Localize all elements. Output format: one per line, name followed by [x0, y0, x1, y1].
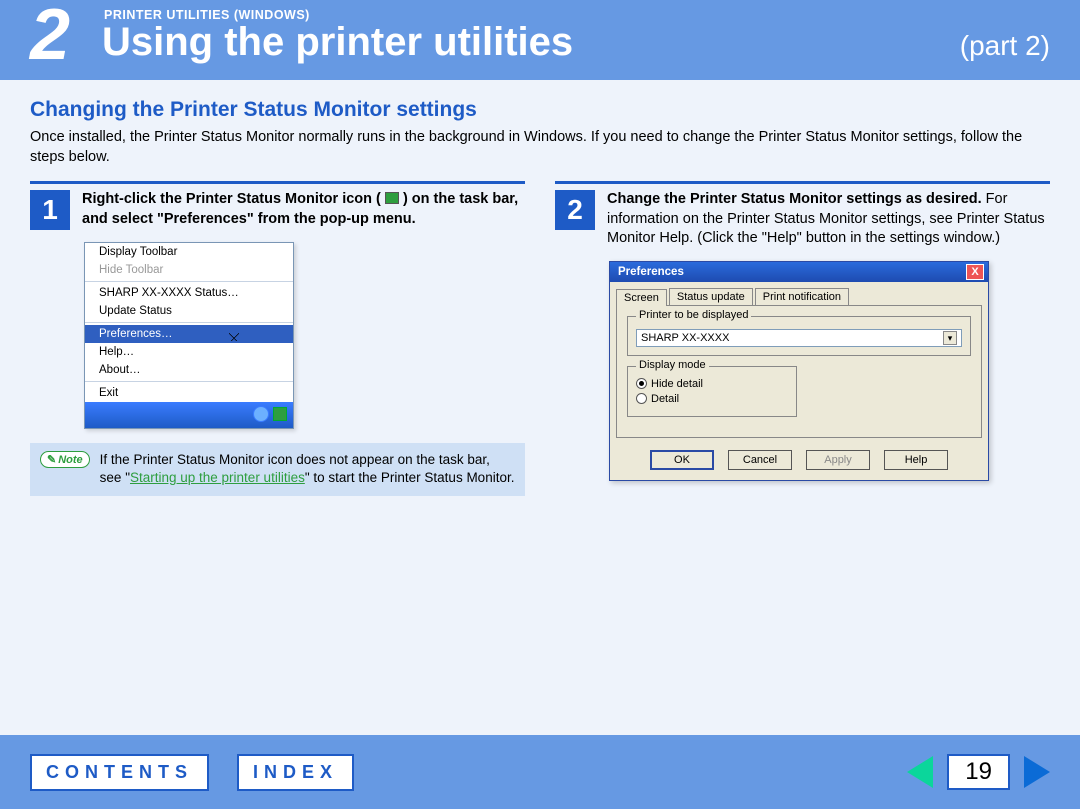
menu-preferences-selected: Preferences…: [85, 325, 293, 343]
right-column: 2 Change the Printer Status Monitor sett…: [555, 181, 1050, 495]
menu-separator: [85, 281, 293, 282]
dialog-body: Printer to be displayed SHARP XX-XXXX ▾ …: [616, 305, 982, 438]
tray-expand-icon: [253, 406, 269, 422]
context-menu-screenshot: Display Toolbar Hide Toolbar SHARP XX-XX…: [84, 242, 294, 429]
display-mode-legend: Display mode: [636, 359, 709, 371]
section-heading: Changing the Printer Status Monitor sett…: [30, 98, 1050, 122]
next-arrow-icon: [1024, 756, 1050, 788]
menu-exit: Exit: [85, 384, 293, 402]
pager: 19: [907, 754, 1050, 790]
step-1-text-before: Right-click the Printer Status Monitor i…: [82, 191, 381, 207]
note-body: If the Printer Status Monitor icon does …: [100, 451, 515, 487]
page-number: 19: [947, 754, 1010, 790]
dialog-titlebar: Preferences X: [610, 262, 988, 282]
dialog-buttons: OK Cancel Apply Help: [610, 444, 988, 480]
next-page-button[interactable]: [1024, 756, 1050, 788]
tab-print-notification: Print notification: [755, 288, 849, 305]
radio-detail-row: Detail: [636, 393, 788, 405]
left-column: 1 Right-click the Printer Status Monitor…: [30, 181, 525, 495]
display-mode-fieldset: Display mode Hide detail Detail: [627, 366, 797, 417]
index-button[interactable]: INDEX: [237, 754, 354, 791]
cancel-button: Cancel: [728, 450, 792, 470]
tab-status-update: Status update: [669, 288, 753, 305]
note-badge: Note: [40, 451, 90, 468]
preferences-dialog-screenshot: Preferences X Screen Status update Print…: [609, 261, 989, 481]
ok-button: OK: [650, 450, 714, 470]
menu-update-status: Update Status: [85, 302, 293, 320]
note-link[interactable]: Starting up the printer utilities: [130, 470, 305, 485]
page-title: Using the printer utilities: [102, 20, 573, 65]
step-1-number: 1: [30, 190, 70, 230]
intro-text: Once installed, the Printer Status Monit…: [30, 128, 1050, 167]
taskbar-strip: [85, 402, 293, 428]
step-2-number: 2: [555, 190, 595, 230]
tab-screen: Screen: [616, 289, 667, 306]
step-2-bold: Change the Printer Status Monitor settin…: [607, 191, 982, 207]
printer-legend: Printer to be displayed: [636, 309, 751, 321]
note-block: Note If the Printer Status Monitor icon …: [30, 443, 525, 495]
help-button: Help: [884, 450, 948, 470]
chevron-down-icon: ▾: [943, 331, 957, 345]
menu-hide-toolbar: Hide Toolbar: [85, 261, 293, 279]
menu-separator: [85, 322, 293, 323]
radio-hide-detail: [636, 378, 647, 389]
chapter-number: 2: [30, 0, 70, 76]
page-footer: CONTENTS INDEX 19: [0, 735, 1080, 809]
dialog-tabs: Screen Status update Print notification: [610, 282, 988, 305]
close-icon: X: [966, 264, 984, 280]
content-area: Changing the Printer Status Monitor sett…: [0, 80, 1080, 735]
radio-hide-detail-label: Hide detail: [651, 378, 703, 390]
menu-help: Help…: [85, 343, 293, 361]
prev-page-button[interactable]: [907, 756, 933, 788]
printer-combo: SHARP XX-XXXX ▾: [636, 329, 962, 347]
printer-status-monitor-icon: [385, 192, 399, 204]
step-2-body: Change the Printer Status Monitor settin…: [607, 190, 1050, 249]
menu-separator: [85, 381, 293, 382]
step-1: 1 Right-click the Printer Status Monitor…: [30, 181, 525, 230]
step-1-body: Right-click the Printer Status Monitor i…: [82, 190, 525, 229]
note-text-after: " to start the Printer Status Monitor.: [305, 470, 515, 485]
prev-arrow-icon: [907, 756, 933, 788]
radio-detail: [636, 393, 647, 404]
page-header: 2 PRINTER UTILITIES (WINDOWS) Using the …: [0, 0, 1080, 80]
menu-about: About…: [85, 361, 293, 379]
printer-fieldset: Printer to be displayed SHARP XX-XXXX ▾: [627, 316, 971, 356]
apply-button: Apply: [806, 450, 870, 470]
contents-button[interactable]: CONTENTS: [30, 754, 209, 791]
radio-detail-label: Detail: [651, 393, 679, 405]
dialog-title: Preferences: [618, 266, 684, 278]
tray-printer-icon: [273, 407, 287, 421]
menu-display-toolbar: Display Toolbar: [85, 243, 293, 261]
step-2: 2 Change the Printer Status Monitor sett…: [555, 181, 1050, 249]
menu-status: SHARP XX-XXXX Status…: [85, 284, 293, 302]
printer-combo-value: SHARP XX-XXXX: [641, 332, 729, 344]
radio-hide-detail-row: Hide detail: [636, 378, 788, 390]
part-label: (part 2): [960, 30, 1050, 62]
